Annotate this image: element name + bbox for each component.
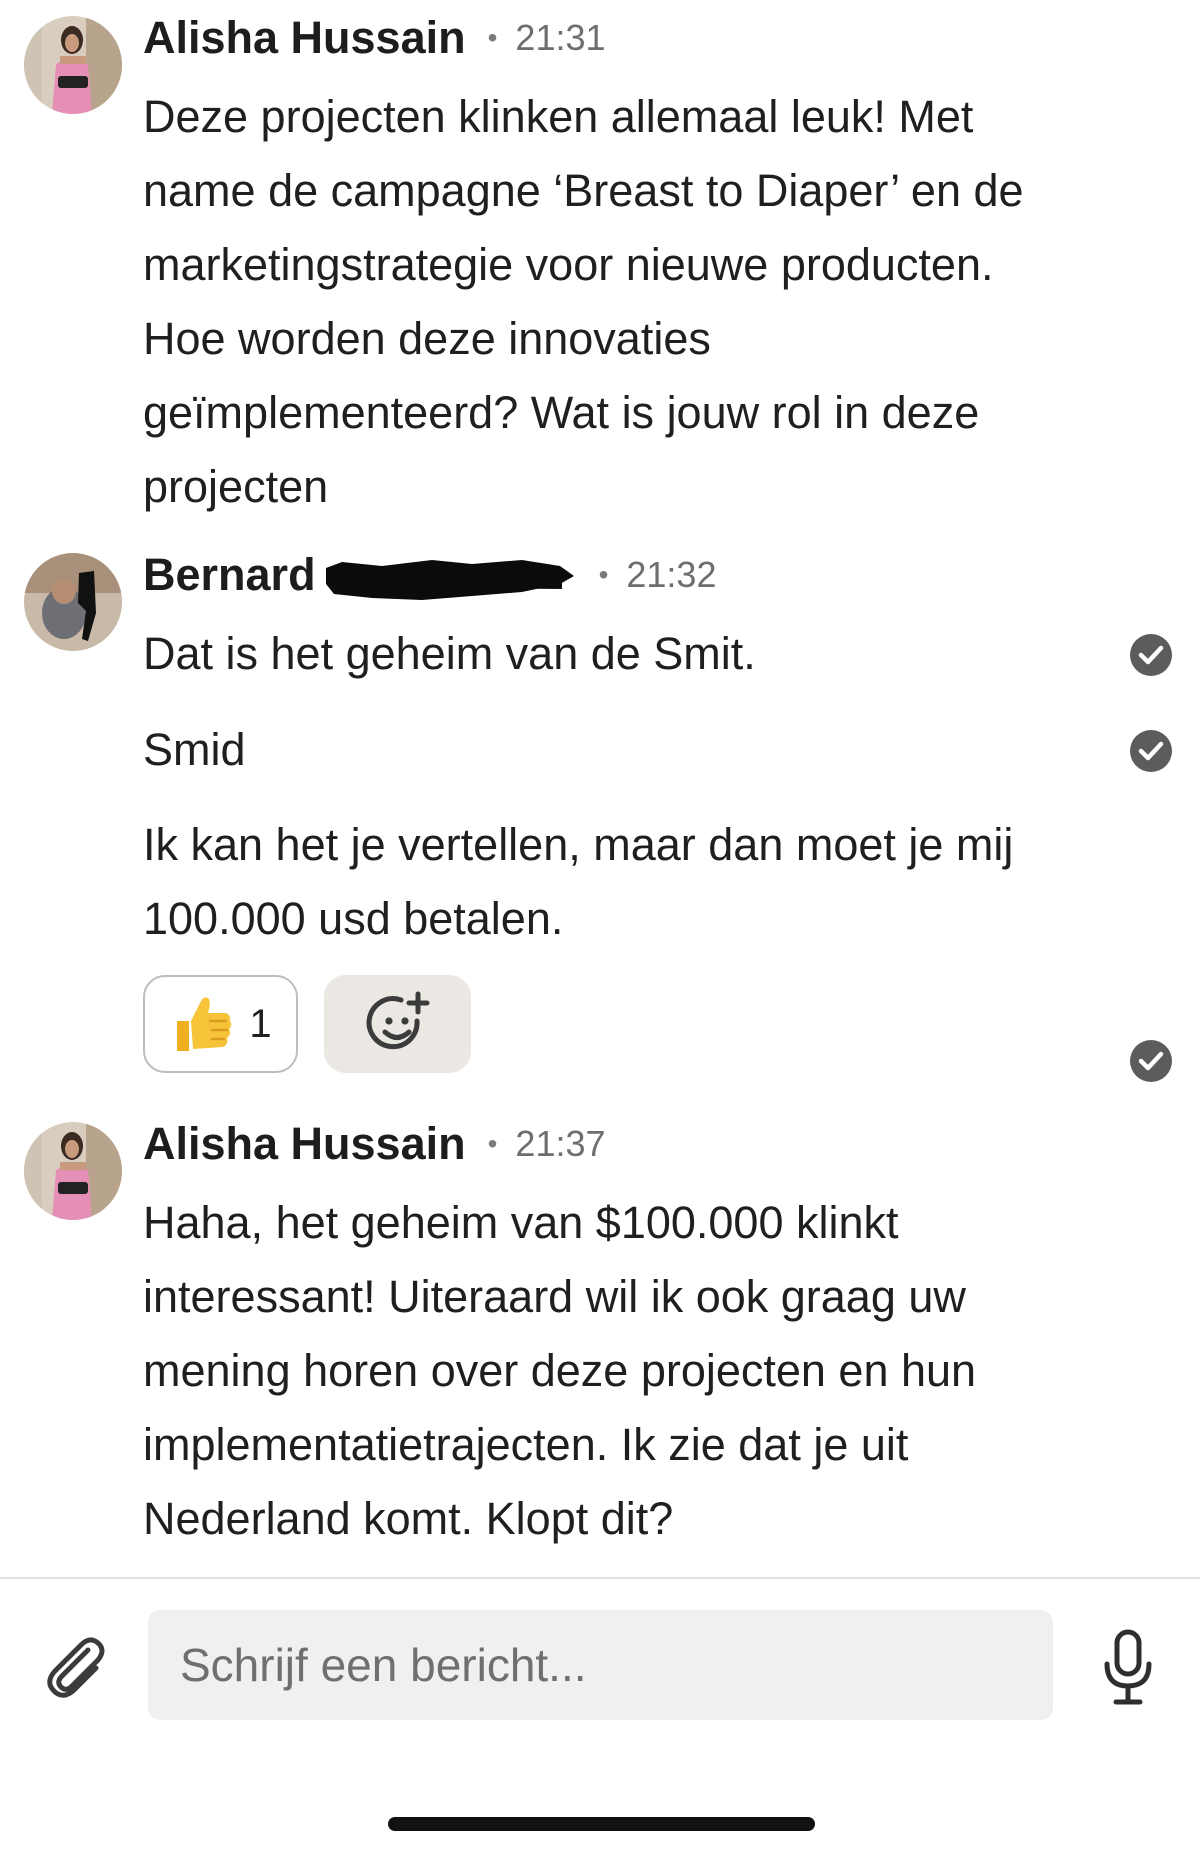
header-separator: • — [487, 1128, 498, 1159]
message-input[interactable] — [180, 1638, 1030, 1692]
message-composer[interactable] — [148, 1610, 1053, 1720]
read-check-icon — [1130, 634, 1172, 676]
message-header: Alisha Hussain • 21:31 — [143, 9, 606, 67]
home-indicator[interactable] — [388, 1817, 815, 1831]
reaction-thumbs-up[interactable]: 1 — [143, 975, 298, 1073]
read-check-icon — [1130, 1040, 1172, 1082]
paperclip-icon[interactable] — [38, 1630, 114, 1706]
message-text: Smid — [143, 724, 246, 775]
message-text: Dat is het geheim van de Smit. — [143, 628, 756, 679]
header-separator: • — [598, 559, 609, 590]
avatar-alisha[interactable] — [24, 16, 122, 114]
timestamp: 21:37 — [515, 1123, 606, 1164]
microphone-icon[interactable] — [1100, 1628, 1156, 1708]
avatar-photo — [24, 16, 122, 114]
message-text: Ik kan het je vertellen, maar dan moet j… — [143, 819, 1014, 944]
add-reaction-icon — [366, 991, 429, 1050]
message-text: Deze projecten klinken allemaal leuk! Me… — [143, 91, 1024, 512]
avatar-alisha[interactable] — [24, 1122, 122, 1220]
reaction-count: 1 — [249, 1001, 272, 1046]
avatar-bernard[interactable] — [24, 553, 122, 651]
thumbs-up-icon — [177, 997, 232, 1051]
timestamp: 21:31 — [515, 17, 606, 58]
timestamp: 21:32 — [626, 554, 717, 595]
message-header: Bernard • 21:32 — [143, 546, 716, 604]
sender-name[interactable]: Alisha Hussain — [143, 1118, 466, 1170]
composer-divider — [0, 1577, 1200, 1579]
sender-name[interactable]: Bernard — [143, 549, 316, 601]
message-header: Alisha Hussain • 21:37 — [143, 1115, 606, 1173]
add-reaction-button[interactable] — [324, 975, 471, 1073]
sender-name[interactable]: Alisha Hussain — [143, 12, 466, 64]
message-text: Haha, het geheim van $100.000 klinkt int… — [143, 1197, 977, 1544]
header-separator: • — [487, 22, 498, 53]
avatar-photo — [24, 1122, 122, 1220]
redaction-scribble — [322, 554, 577, 604]
avatar-photo — [24, 553, 122, 651]
read-check-icon — [1130, 730, 1172, 772]
